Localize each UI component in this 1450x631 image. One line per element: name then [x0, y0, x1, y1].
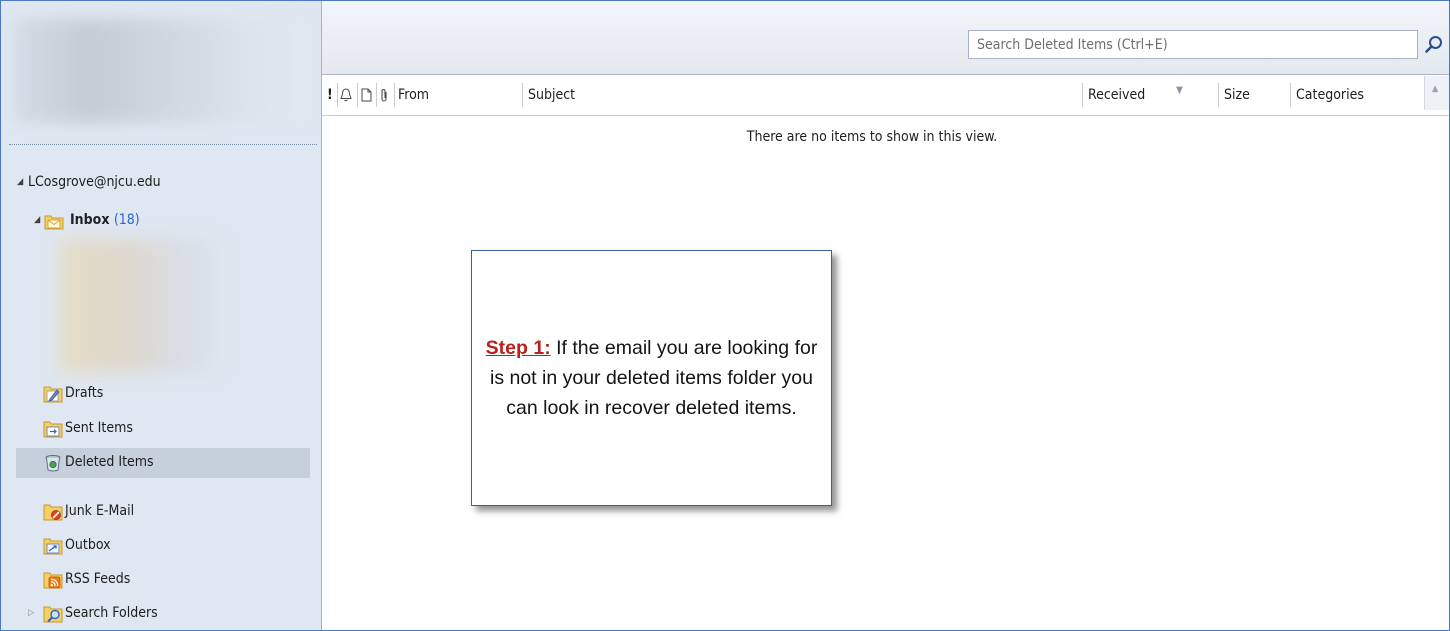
rss-feeds-icon — [43, 571, 63, 593]
categories-column-header[interactable]: Categories — [1290, 75, 1424, 115]
search-icon[interactable] — [1422, 33, 1446, 57]
bell-icon — [340, 88, 352, 102]
drafts-icon — [43, 385, 63, 407]
folder-label: Drafts — [65, 385, 104, 401]
scroll-up-button[interactable]: ▲ — [1424, 76, 1449, 110]
folder-label: Deleted Items — [65, 454, 154, 470]
unread-count: (18) — [113, 212, 140, 228]
instruction-callout: Step 1: If the email you are looking for… — [471, 250, 832, 506]
folder-outbox[interactable]: Outbox — [16, 531, 310, 561]
blurred-region — [15, 19, 307, 123]
navigation-pane: ◢ LCosgrove@njcu.edu ◢ Inbox (18) Drafts… — [1, 1, 322, 630]
collapse-triangle-icon[interactable]: ◢ — [34, 215, 40, 225]
folder-junk-email[interactable]: Junk E-Mail — [16, 497, 310, 527]
folder-label: Outbox — [65, 537, 111, 553]
inbox-label: Inbox — [70, 212, 110, 228]
document-icon — [361, 88, 372, 102]
collapse-triangle-icon[interactable]: ◢ — [17, 177, 23, 187]
account-email: LCosgrove@njcu.edu — [28, 174, 161, 190]
callout-text: Step 1: If the email you are looking for… — [478, 333, 825, 423]
column-header-row: ! From Subject Received ▼ Size Categorie… — [322, 75, 1449, 116]
folder-label: Junk E-Mail — [65, 503, 135, 519]
search-bar — [322, 1, 1449, 75]
search-folders-icon — [43, 605, 63, 627]
subject-column-header[interactable]: Subject — [522, 75, 1082, 115]
folder-drafts[interactable]: Drafts — [16, 379, 310, 409]
step-label: Step 1: — [485, 337, 551, 359]
folder-label: Search Folders — [65, 605, 158, 621]
folder-sent-items[interactable]: Sent Items — [16, 414, 310, 444]
reminder-column-header[interactable] — [337, 75, 357, 115]
search-input[interactable] — [968, 30, 1418, 59]
folder-rss-feeds[interactable]: RSS Feeds — [16, 565, 310, 595]
importance-column-header[interactable]: ! — [322, 75, 338, 115]
outbox-icon — [43, 537, 63, 559]
deleted-items-icon — [43, 454, 63, 476]
from-column-header[interactable]: From — [392, 75, 522, 115]
divider — [9, 144, 317, 145]
junk-email-icon — [43, 503, 63, 525]
icon-column-header[interactable] — [357, 75, 376, 115]
folder-label: RSS Feeds — [65, 571, 131, 587]
expand-triangle-icon[interactable]: ▷ — [28, 608, 34, 618]
folder-deleted-items[interactable]: Deleted Items — [16, 448, 310, 478]
outlook-window: ◢ LCosgrove@njcu.edu ◢ Inbox (18) Drafts… — [0, 0, 1450, 631]
received-column-header[interactable]: Received — [1082, 75, 1212, 115]
inbox-icon — [44, 212, 64, 234]
paperclip-icon — [381, 88, 387, 102]
size-column-header[interactable]: Size — [1218, 75, 1290, 115]
sort-descending-icon: ▼ — [1176, 85, 1183, 96]
empty-list-message: There are no items to show in this view. — [746, 129, 998, 145]
folder-search-folders[interactable]: ▷ Search Folders — [16, 599, 310, 629]
blurred-region — [59, 239, 219, 373]
folder-label: Sent Items — [65, 420, 133, 436]
sent-items-icon — [43, 420, 63, 442]
